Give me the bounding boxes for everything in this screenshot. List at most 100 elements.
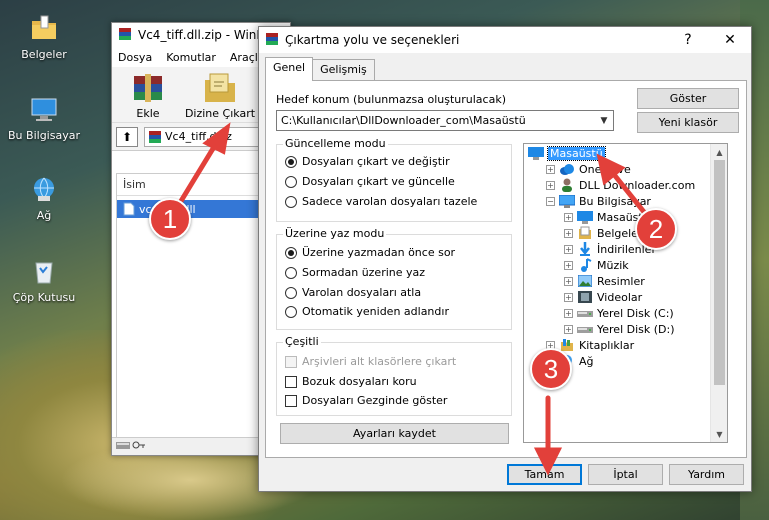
expand-icon[interactable]: +	[564, 212, 573, 222]
option-label: Dosyaları çıkart ve güncelle	[302, 175, 455, 188]
collapse-icon[interactable]: −	[546, 196, 555, 206]
dialog-titlebar[interactable]: Çıkartma yolu ve seçenekleri ? ✕	[259, 27, 751, 53]
menu-commands[interactable]: Komutlar	[166, 51, 216, 64]
desktop-icon-label: Ağ	[36, 209, 52, 222]
documents-icon	[577, 226, 593, 240]
cloud-icon	[559, 162, 575, 176]
expand-icon[interactable]: +	[564, 292, 573, 302]
tree-node[interactable]: − Bu Bilgisayar	[546, 193, 651, 209]
winrar-app-icon	[118, 27, 132, 44]
show-button[interactable]: Göster	[637, 88, 739, 109]
option-label: Dosyaları Gezginde göster	[302, 394, 448, 407]
radio-button[interactable]	[285, 266, 297, 279]
tree-node-label: Resimler	[597, 274, 645, 288]
file-icon	[123, 202, 135, 216]
general-tab-panel: Hedef konum (bulunmazsa oluşturulacak) C…	[265, 80, 747, 458]
radio-button[interactable]	[285, 155, 297, 168]
overwrite-option-skip[interactable]: Varolan dosyaları atla	[285, 286, 421, 299]
tree-node[interactable]: + DLL Downloader.com	[546, 177, 695, 193]
tree-scrollbar[interactable]: ▲ ▼	[710, 144, 727, 442]
tree-node[interactable]: + Müzik	[564, 257, 629, 273]
dialog-tabs: Genel Gelişmiş	[265, 57, 375, 81]
tab-general[interactable]: Genel	[265, 57, 314, 81]
expand-icon[interactable]: +	[546, 180, 555, 190]
option-label: Dosyaları çıkart ve değiştir	[302, 155, 450, 168]
tree-node-label: Videolar	[597, 290, 643, 304]
misc-option-keep-broken[interactable]: Bozuk dosyaları koru	[285, 375, 417, 388]
key-icon	[132, 440, 146, 453]
chevron-down-icon[interactable]: ▼	[595, 111, 613, 130]
scroll-up-icon[interactable]: ▲	[711, 144, 727, 160]
radio-button[interactable]	[285, 195, 297, 208]
option-label: Varolan dosyaları atla	[302, 286, 422, 299]
add-button[interactable]: Ekle	[118, 69, 178, 120]
expand-icon[interactable]: +	[564, 228, 573, 238]
annotation-badge-3: 3	[530, 348, 572, 390]
downloads-icon	[577, 242, 593, 256]
tree-node-label: Bu Bilgisayar	[579, 194, 651, 208]
checkbox[interactable]	[285, 375, 297, 388]
new-folder-button[interactable]: Yeni klasör	[637, 112, 739, 133]
option-label: Üzerine yazmadan önce sor	[302, 246, 456, 259]
tree-node[interactable]: + Resimler	[564, 273, 645, 289]
expand-icon[interactable]: +	[564, 260, 573, 270]
tree-node[interactable]: + Yerel Disk (C:)	[564, 305, 674, 321]
menu-file[interactable]: Dosya	[118, 51, 152, 64]
computer-icon	[559, 194, 575, 208]
ok-button[interactable]: Tamam	[507, 464, 582, 485]
overwrite-option-rename[interactable]: Otomatik yeniden adlandır	[285, 305, 449, 318]
destination-path-combo[interactable]: C:\Kullanıcılar\DllDownloader_com\Masaüs…	[276, 110, 614, 131]
radio-button[interactable]	[285, 175, 297, 188]
close-button[interactable]: ✕	[709, 27, 751, 53]
tree-node-label: Kitaplıklar	[579, 338, 635, 352]
expand-icon[interactable]: +	[564, 308, 573, 318]
checkbox[interactable]	[285, 394, 297, 407]
update-mode-title: Güncelleme modu	[283, 137, 388, 150]
drive-icon	[116, 440, 130, 453]
expand-icon[interactable]: +	[564, 324, 573, 334]
save-settings-button[interactable]: Ayarları kaydet	[280, 423, 509, 444]
desktop-icon-recycle-bin[interactable]: Çöp Kutusu	[6, 255, 82, 304]
up-folder-button[interactable]: ⬆	[116, 126, 138, 147]
update-option-extract-replace[interactable]: Dosyaları çıkart ve değiştir	[285, 155, 450, 168]
folder-tree[interactable]: Masaüstü + OneDrive + DLL Downloader.com − Bu …	[523, 143, 728, 443]
extract-to-button[interactable]: Dizine Çıkart	[184, 69, 256, 120]
help-title-button[interactable]: ?	[667, 27, 709, 53]
checkbox	[285, 355, 297, 368]
misc-option-show-in-explorer[interactable]: Dosyaları Gezginde göster	[285, 394, 447, 407]
tree-node[interactable]: Masaüstü	[528, 145, 606, 161]
desktop-icon-this-pc[interactable]: Bu Bilgisayar	[6, 93, 82, 142]
desktop-icon-documents[interactable]: Belgeler	[6, 12, 82, 61]
expand-icon[interactable]: +	[564, 244, 573, 254]
update-mode-group: Güncelleme modu Dosyaları çıkart ve deği…	[276, 137, 512, 222]
radio-button[interactable]	[285, 305, 297, 318]
desktop-icon-network[interactable]: Ağ	[6, 173, 82, 222]
expand-icon[interactable]: +	[546, 164, 555, 174]
tree-node[interactable]: + Belgeler	[564, 225, 642, 241]
scroll-down-icon[interactable]: ▼	[711, 426, 727, 442]
radio-button[interactable]	[285, 286, 297, 299]
drive-icon	[577, 306, 593, 320]
misc-title: Çeşitli	[283, 335, 321, 348]
tree-node-label: Masaüstü	[547, 145, 606, 161]
expand-icon[interactable]: +	[564, 276, 573, 286]
cancel-button[interactable]: İptal	[588, 464, 663, 485]
update-option-freshen[interactable]: Sadece varolan dosyaları tazele	[285, 195, 477, 208]
radio-button[interactable]	[285, 246, 297, 259]
overwrite-option-without-prompt[interactable]: Sormadan üzerine yaz	[285, 266, 425, 279]
tab-advanced[interactable]: Gelişmiş	[312, 59, 375, 81]
tree-node[interactable]: + OneDrive	[546, 161, 631, 177]
help-button[interactable]: Yardım	[669, 464, 744, 485]
update-option-extract-update[interactable]: Dosyaları çıkart ve güncelle	[285, 175, 455, 188]
scrollbar-thumb[interactable]	[714, 160, 725, 385]
tree-node-label: Yerel Disk (C:)	[597, 306, 674, 320]
recycle-bin-icon	[28, 255, 60, 287]
tree-node-label: DLL Downloader.com	[579, 178, 696, 192]
tree-node[interactable]: + Yerel Disk (D:)	[564, 321, 675, 337]
misc-group: Çeşitli Arşivleri alt klasörlere çıkart …	[276, 335, 512, 416]
archive-icon	[149, 130, 161, 143]
extract-to-label: Dizine Çıkart	[184, 107, 256, 120]
tree-node[interactable]: + Videolar	[564, 289, 642, 305]
overwrite-option-ask[interactable]: Üzerine yazmadan önce sor	[285, 246, 455, 259]
option-label: Bozuk dosyaları koru	[302, 375, 417, 388]
